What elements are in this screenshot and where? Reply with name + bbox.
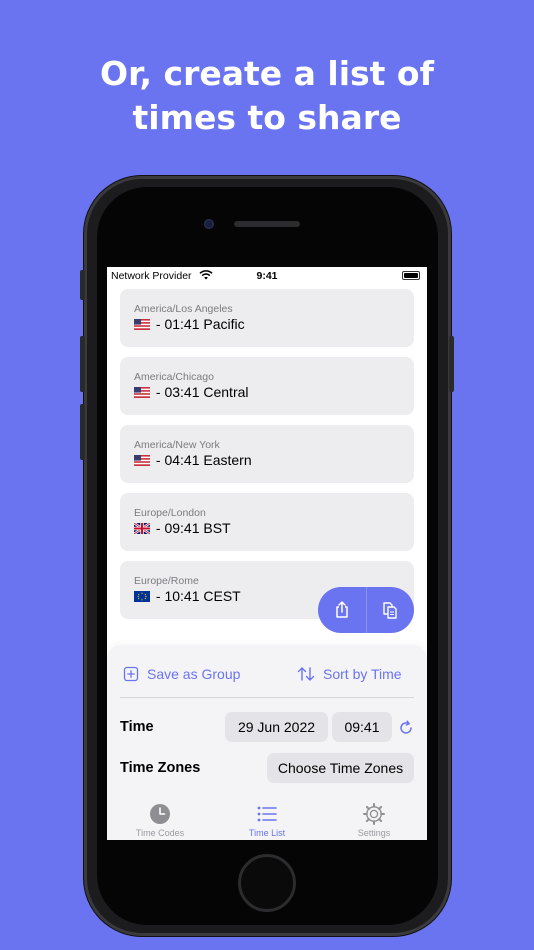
list-icon — [257, 806, 277, 822]
panel-divider — [120, 697, 414, 698]
time-entry: - 01:41 Pacific — [134, 316, 245, 332]
us-flag-icon — [134, 387, 150, 398]
headline-line-1: Or, create a list of — [100, 54, 434, 93]
uk-flag-icon — [134, 523, 150, 534]
refresh-icon[interactable] — [397, 719, 415, 737]
headline-line-2: times to share — [132, 98, 402, 137]
copy-icon — [383, 602, 397, 619]
time-list-item[interactable]: Europe/London - 09:41 BST — [120, 493, 414, 551]
app-screen: Network Provider 9:41 America/Los Angele… — [107, 267, 427, 840]
date-picker[interactable]: 29 Jun 2022 — [225, 712, 328, 742]
time-entry-text: - 10:41 CEST — [152, 588, 241, 604]
floating-action-group — [318, 587, 414, 633]
time-entry-text: - 01:41 Pacific — [152, 316, 245, 332]
sort-by-time-label: Sort by Time — [323, 666, 402, 682]
copy-button[interactable] — [366, 587, 414, 633]
save-as-group-label: Save as Group — [147, 666, 241, 682]
headline: Or, create a list of times to share — [0, 52, 534, 140]
volume-up-button — [80, 336, 85, 392]
power-button — [449, 336, 454, 392]
save-as-group-button[interactable]: Save as Group — [123, 664, 240, 684]
timezone-name: America/Chicago — [134, 371, 214, 383]
choose-time-zones-button[interactable]: Choose Time Zones — [267, 753, 414, 783]
time-picker[interactable]: 09:41 — [332, 712, 392, 742]
timezone-name: Europe/Rome — [134, 575, 199, 587]
time-entry: - 04:41 Eastern — [134, 452, 252, 468]
time-entry-text: - 04:41 Eastern — [152, 452, 252, 468]
timezone-name: Europe/London — [134, 507, 206, 519]
tab-settings-label: Settings — [357, 828, 391, 838]
time-entry: - 09:41 BST — [134, 520, 231, 536]
time-list-item[interactable]: America/Chicago - 03:41 Central — [120, 357, 414, 415]
tab-time-list-label: Time List — [248, 828, 286, 838]
tab-bar: Time Codes Time List Settings — [107, 795, 427, 840]
home-button[interactable] — [238, 854, 296, 912]
time-entry-text: - 03:41 Central — [152, 384, 249, 400]
time-entry-text: - 09:41 BST — [152, 520, 231, 536]
battery-icon — [402, 271, 420, 280]
time-entry: - 10:41 CEST — [134, 588, 241, 604]
eu-flag-icon — [134, 591, 150, 602]
plus-square-icon — [123, 666, 139, 682]
front-camera — [204, 219, 214, 229]
tab-time-codes-label: Time Codes — [135, 828, 185, 838]
share-button[interactable] — [318, 587, 366, 633]
time-list-item[interactable]: America/New York - 04:41 Eastern — [120, 425, 414, 483]
earpiece-speaker — [234, 221, 300, 227]
tab-time-codes[interactable]: Time Codes — [107, 795, 213, 840]
clock-icon — [150, 804, 170, 824]
timezone-name: America/New York — [134, 439, 220, 451]
mute-switch — [80, 270, 85, 300]
timezone-name: America/Los Angeles — [134, 303, 233, 315]
status-bar: Network Provider 9:41 — [107, 267, 427, 287]
volume-down-button — [80, 404, 85, 460]
tab-settings[interactable]: Settings — [321, 795, 427, 840]
sort-by-time-button[interactable]: Sort by Time — [297, 664, 402, 684]
status-time: 9:41 — [256, 270, 278, 282]
time-entry: - 03:41 Central — [134, 384, 249, 400]
gear-icon — [363, 803, 385, 825]
time-label: Time — [120, 719, 154, 735]
time-zones-label: Time Zones — [120, 760, 201, 776]
sort-arrows-icon — [297, 667, 315, 681]
us-flag-icon — [134, 319, 150, 330]
time-list-item[interactable]: America/Los Angeles - 01:41 Pacific — [120, 289, 414, 347]
tab-time-list[interactable]: Time List — [214, 795, 320, 840]
us-flag-icon — [134, 455, 150, 466]
share-icon — [336, 601, 348, 618]
